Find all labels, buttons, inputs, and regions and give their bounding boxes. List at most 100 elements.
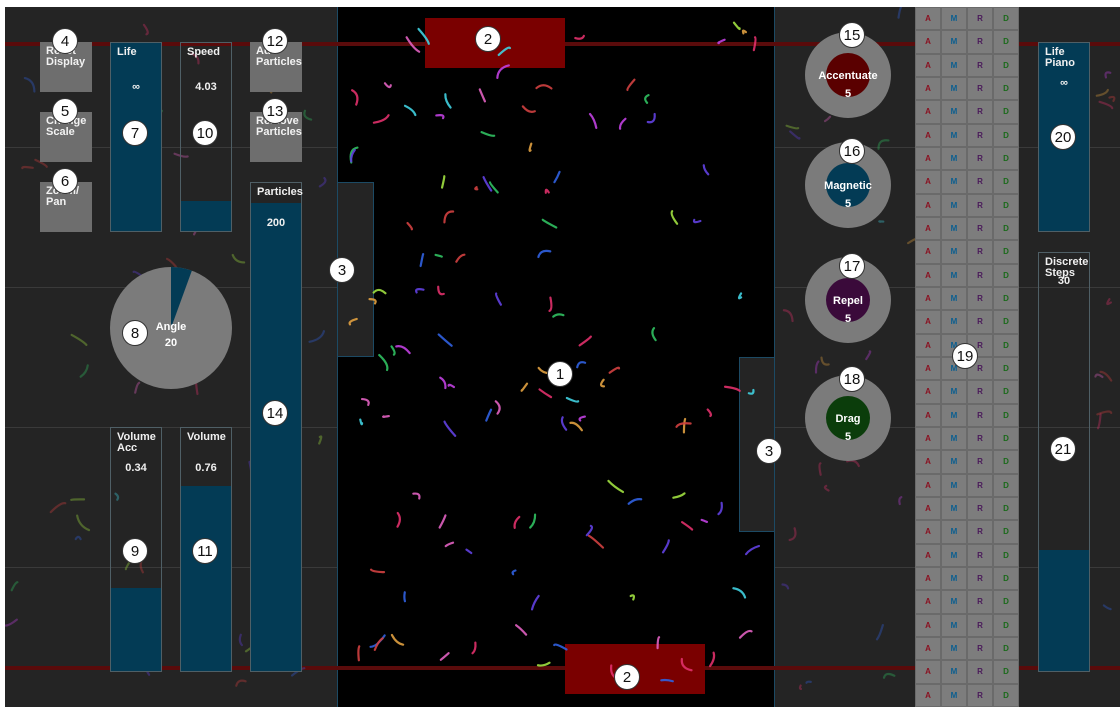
grid-cell-a[interactable]: A xyxy=(915,567,941,591)
grid-cell-d[interactable]: D xyxy=(993,450,1019,474)
grid-cell-r[interactable]: R xyxy=(967,497,993,521)
discrete-steps-slider[interactable]: Discrete Steps 30 xyxy=(1038,252,1090,672)
grid-cell-a[interactable]: A xyxy=(915,123,941,147)
grid-cell-a[interactable]: A xyxy=(915,683,941,707)
grid-cell-a[interactable]: A xyxy=(915,613,941,637)
grid-cell-a[interactable]: A xyxy=(915,543,941,567)
grid-cell-d[interactable]: D xyxy=(993,403,1019,427)
grid-cell-m[interactable]: M xyxy=(941,217,967,241)
grid-cell-r[interactable]: R xyxy=(967,7,993,31)
grid-cell-d[interactable]: D xyxy=(993,613,1019,637)
grid-cell-r[interactable]: R xyxy=(967,287,993,311)
grid-cell-a[interactable]: A xyxy=(915,263,941,287)
grid-cell-d[interactable]: D xyxy=(993,497,1019,521)
grid-cell-m[interactable]: M xyxy=(941,660,967,684)
grid-cell-m[interactable]: M xyxy=(941,310,967,334)
grid-cell-r[interactable]: R xyxy=(967,123,993,147)
grid-cell-a[interactable]: A xyxy=(915,287,941,311)
grid-cell-m[interactable]: M xyxy=(941,637,967,661)
grid-cell-r[interactable]: R xyxy=(967,520,993,544)
grid-cell-m[interactable]: M xyxy=(941,497,967,521)
grid-cell-m[interactable]: M xyxy=(941,380,967,404)
grid-cell-d[interactable]: D xyxy=(993,637,1019,661)
grid-cell-r[interactable]: R xyxy=(967,403,993,427)
grid-cell-d[interactable]: D xyxy=(993,380,1019,404)
grid-cell-m[interactable]: M xyxy=(941,147,967,171)
grid-cell-m[interactable]: M xyxy=(941,100,967,124)
grid-cell-a[interactable]: A xyxy=(915,450,941,474)
grid-cell-r[interactable]: R xyxy=(967,543,993,567)
grid-cell-m[interactable]: M xyxy=(941,193,967,217)
grid-cell-a[interactable]: A xyxy=(915,473,941,497)
grid-cell-m[interactable]: M xyxy=(941,123,967,147)
grid-cell-d[interactable]: D xyxy=(993,660,1019,684)
grid-cell-a[interactable]: A xyxy=(915,590,941,614)
grid-cell-m[interactable]: M xyxy=(941,287,967,311)
grid-cell-m[interactable]: M xyxy=(941,543,967,567)
grid-cell-a[interactable]: A xyxy=(915,380,941,404)
grid-cell-a[interactable]: A xyxy=(915,217,941,241)
grid-cell-d[interactable]: D xyxy=(993,427,1019,451)
grid-cell-m[interactable]: M xyxy=(941,53,967,77)
simulation-canvas[interactable]: Reset Display Change Scale Zoom/ Pan Add… xyxy=(5,7,1120,707)
grid-cell-m[interactable]: M xyxy=(941,240,967,264)
grid-cell-d[interactable]: D xyxy=(993,147,1019,171)
grid-cell-m[interactable]: M xyxy=(941,170,967,194)
grid-cell-d[interactable]: D xyxy=(993,543,1019,567)
grid-cell-a[interactable]: A xyxy=(915,333,941,357)
grid-cell-d[interactable]: D xyxy=(993,7,1019,31)
grid-cell-r[interactable]: R xyxy=(967,147,993,171)
grid-cell-d[interactable]: D xyxy=(993,520,1019,544)
grid-cell-a[interactable]: A xyxy=(915,497,941,521)
grid-cell-r[interactable]: R xyxy=(967,263,993,287)
grid-cell-m[interactable]: M xyxy=(941,567,967,591)
grid-cell-a[interactable]: A xyxy=(915,30,941,54)
grid-cell-d[interactable]: D xyxy=(993,170,1019,194)
grid-cell-d[interactable]: D xyxy=(993,263,1019,287)
grid-cell-m[interactable]: M xyxy=(941,7,967,31)
grid-cell-r[interactable]: R xyxy=(967,193,993,217)
grid-cell-a[interactable]: A xyxy=(915,53,941,77)
grid-cell-a[interactable]: A xyxy=(915,147,941,171)
grid-cell-r[interactable]: R xyxy=(967,590,993,614)
grid-cell-d[interactable]: D xyxy=(993,100,1019,124)
grid-cell-r[interactable]: R xyxy=(967,380,993,404)
grid-cell-d[interactable]: D xyxy=(993,77,1019,101)
grid-cell-m[interactable]: M xyxy=(941,427,967,451)
grid-cell-m[interactable]: M xyxy=(941,590,967,614)
grid-cell-r[interactable]: R xyxy=(967,567,993,591)
grid-cell-r[interactable]: R xyxy=(967,613,993,637)
grid-cell-m[interactable]: M xyxy=(941,77,967,101)
grid-cell-a[interactable]: A xyxy=(915,403,941,427)
grid-cell-a[interactable]: A xyxy=(915,310,941,334)
grid-cell-r[interactable]: R xyxy=(967,170,993,194)
grid-cell-d[interactable]: D xyxy=(993,193,1019,217)
grid-cell-a[interactable]: A xyxy=(915,193,941,217)
grid-cell-d[interactable]: D xyxy=(993,473,1019,497)
grid-cell-m[interactable]: M xyxy=(941,450,967,474)
grid-cell-a[interactable]: A xyxy=(915,520,941,544)
grid-cell-a[interactable]: A xyxy=(915,170,941,194)
grid-cell-a[interactable]: A xyxy=(915,660,941,684)
grid-cell-r[interactable]: R xyxy=(967,53,993,77)
grid-cell-d[interactable]: D xyxy=(993,590,1019,614)
grid-cell-d[interactable]: D xyxy=(993,357,1019,381)
grid-cell-r[interactable]: R xyxy=(967,427,993,451)
particles-slider[interactable]: Particles 200 xyxy=(250,182,303,672)
grid-cell-d[interactable]: D xyxy=(993,287,1019,311)
grid-cell-a[interactable]: A xyxy=(915,7,941,31)
grid-cell-m[interactable]: M xyxy=(941,30,967,54)
grid-cell-r[interactable]: R xyxy=(967,30,993,54)
grid-cell-r[interactable]: R xyxy=(967,100,993,124)
grid-cell-a[interactable]: A xyxy=(915,240,941,264)
grid-cell-m[interactable]: M xyxy=(941,263,967,287)
grid-cell-d[interactable]: D xyxy=(993,567,1019,591)
grid-cell-r[interactable]: R xyxy=(967,77,993,101)
grid-cell-d[interactable]: D xyxy=(993,53,1019,77)
grid-cell-m[interactable]: M xyxy=(941,613,967,637)
grid-cell-r[interactable]: R xyxy=(967,683,993,707)
grid-cell-m[interactable]: M xyxy=(941,473,967,497)
grid-cell-a[interactable]: A xyxy=(915,427,941,451)
grid-cell-r[interactable]: R xyxy=(967,660,993,684)
grid-cell-r[interactable]: R xyxy=(967,217,993,241)
